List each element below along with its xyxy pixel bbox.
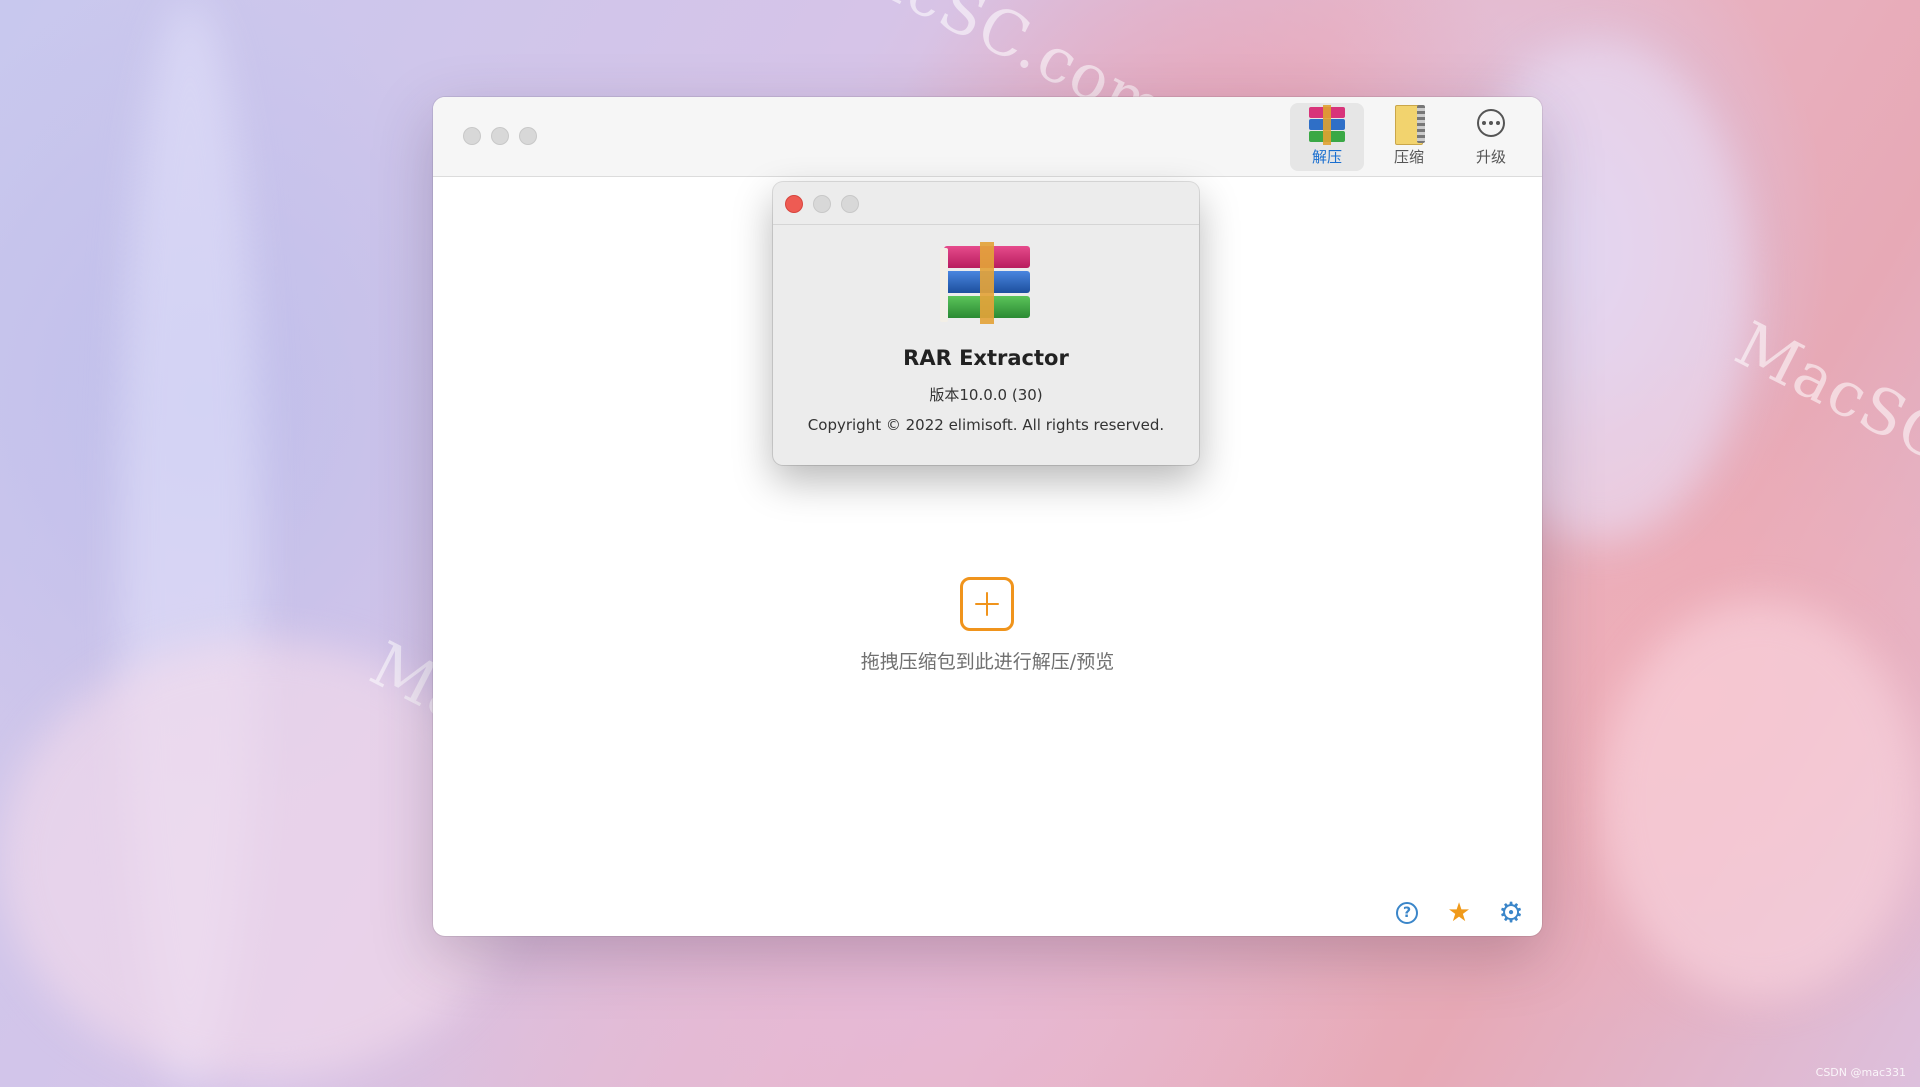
zoom-button[interactable] bbox=[519, 127, 537, 145]
about-zoom-button bbox=[841, 195, 859, 213]
extract-tab-label: 解压 bbox=[1311, 148, 1342, 166]
minimize-button[interactable] bbox=[491, 127, 509, 145]
about-window-controls bbox=[785, 195, 859, 213]
help-button[interactable]: ? bbox=[1394, 900, 1420, 926]
app-version: 版本10.0.0 (30) bbox=[929, 386, 1043, 404]
toolbar: 解压 压缩 升级 bbox=[1290, 103, 1528, 171]
add-archive-button[interactable] bbox=[960, 577, 1014, 631]
app-logo-icon bbox=[938, 242, 1034, 326]
window-controls bbox=[463, 127, 537, 145]
close-button[interactable] bbox=[463, 127, 481, 145]
drop-hint: 拖拽压缩包到此进行解压/预览 bbox=[860, 651, 1115, 673]
about-titlebar bbox=[773, 182, 1199, 225]
rate-button[interactable]: ★ bbox=[1446, 900, 1472, 926]
image-credit: CSDN @mac331 bbox=[1815, 1066, 1906, 1079]
about-close-button[interactable] bbox=[785, 195, 803, 213]
footer-toolbar: ? ★ ⚙ bbox=[1394, 896, 1524, 929]
compress-tab[interactable]: 压缩 bbox=[1372, 103, 1446, 171]
wallpaper-streak bbox=[1600, 600, 1920, 1000]
star-icon: ★ bbox=[1447, 898, 1471, 928]
book-stack-icon bbox=[1305, 103, 1349, 145]
gear-icon: ⚙ bbox=[1498, 896, 1524, 929]
about-minimize-button bbox=[813, 195, 831, 213]
extract-tab[interactable]: 解压 bbox=[1290, 103, 1364, 171]
window-titlebar: 解压 压缩 升级 bbox=[433, 97, 1542, 177]
watermark: MacSC.com bbox=[1724, 307, 1920, 546]
zip-file-icon bbox=[1387, 103, 1431, 145]
app-copyright: Copyright © 2022 elimisoft. All rights r… bbox=[807, 416, 1165, 434]
help-icon: ? bbox=[1396, 902, 1418, 924]
app-name: RAR Extractor bbox=[903, 346, 1069, 370]
more-icon bbox=[1469, 103, 1513, 142]
settings-button[interactable]: ⚙ bbox=[1498, 896, 1524, 929]
about-panel: RAR Extractor 版本10.0.0 (30) Copyright © … bbox=[773, 182, 1199, 465]
upgrade-tab[interactable]: 升级 bbox=[1454, 103, 1528, 171]
upgrade-tab-label: 升级 bbox=[1475, 148, 1506, 166]
compress-tab-label: 压缩 bbox=[1393, 148, 1424, 166]
